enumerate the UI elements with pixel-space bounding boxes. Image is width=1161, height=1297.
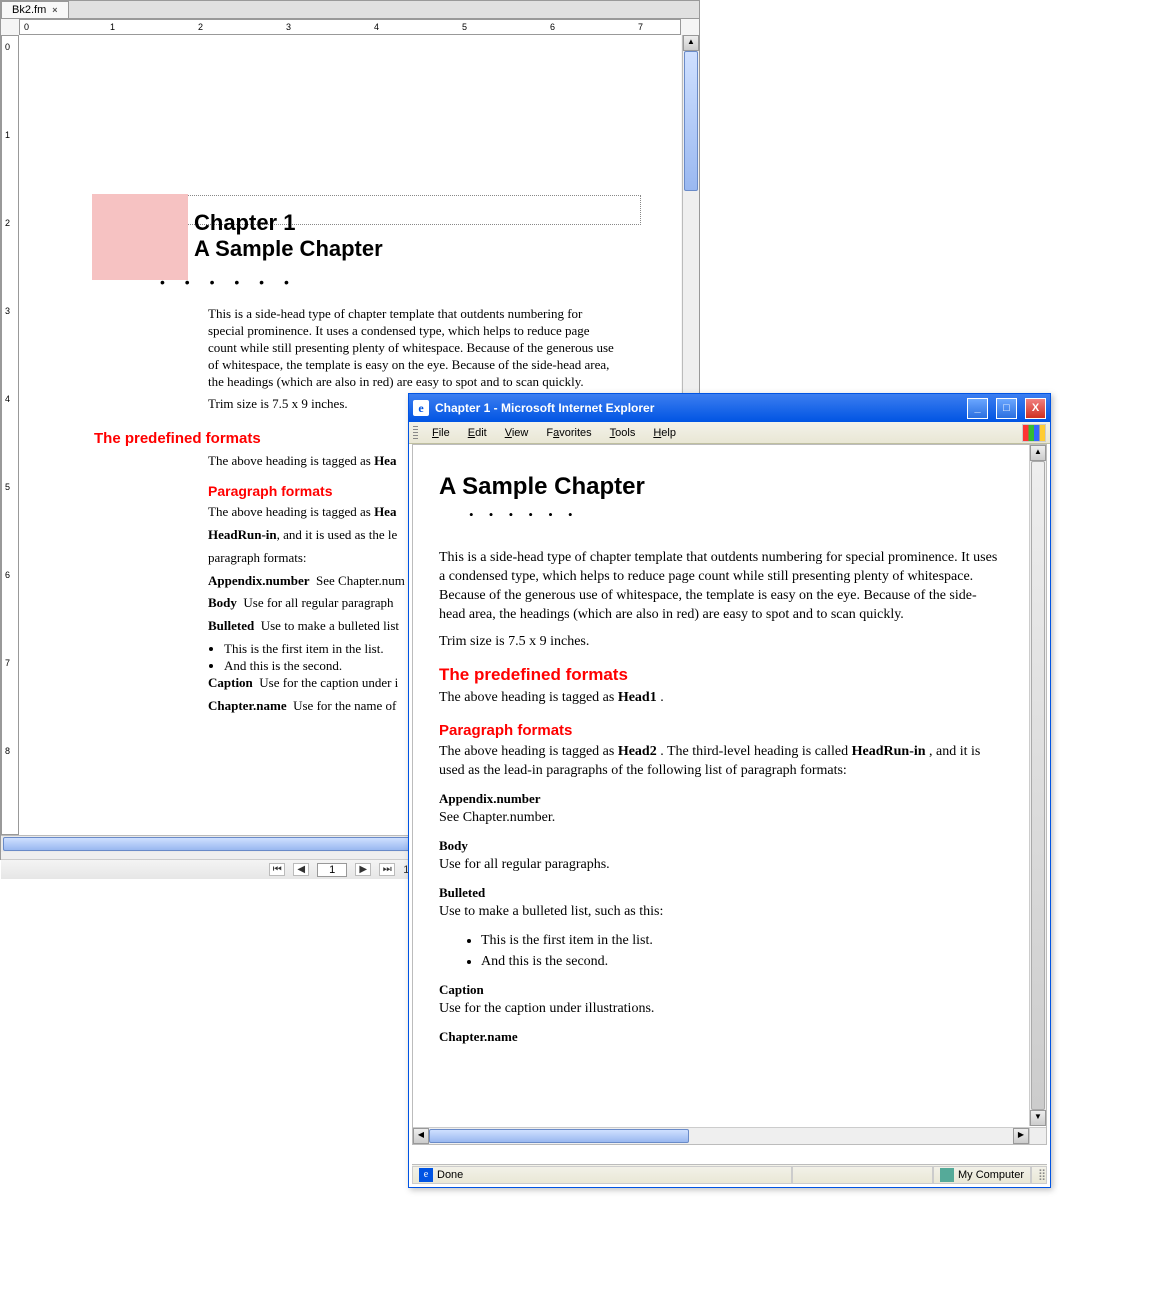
ie-window: e Chapter 1 - Microsoft Internet Explore…	[408, 393, 1051, 1188]
ie-statusbar: e Done My Computer ⣿	[412, 1164, 1047, 1184]
ie-menubar: File Edit View Favorites Tools Help	[409, 422, 1050, 444]
menu-tools[interactable]: Tools	[602, 425, 644, 441]
ruler-tick-4: 4	[374, 22, 379, 32]
menu-edit[interactable]: Edit	[460, 425, 495, 441]
page-icon: e	[419, 1168, 433, 1182]
scroll-right-button[interactable]: ▶	[1013, 1128, 1029, 1144]
ruler-tick-1: 1	[110, 22, 115, 32]
chapter-number-block	[92, 194, 188, 280]
menu-favorites[interactable]: Favorites	[538, 425, 599, 441]
ruler-tick-3: 3	[286, 22, 291, 32]
framemaker-tabs: Bk2.fm ×	[1, 1, 699, 19]
windows-flag-icon	[1022, 424, 1046, 442]
vruler-5: 5	[5, 482, 10, 492]
heading2-red: Paragraph formats	[439, 722, 1002, 739]
document-tab[interactable]: Bk2.fm ×	[1, 1, 69, 18]
scroll-thumb[interactable]	[1031, 461, 1045, 1110]
body-paragraph: Trim size is 7.5 x 9 inches.	[439, 633, 1002, 652]
ie-title-text: Chapter 1 - Microsoft Internet Explorer	[435, 401, 654, 415]
scrollbar-corner	[1029, 1127, 1046, 1144]
prev-page-button[interactable]: ◀	[293, 863, 309, 876]
definition-desc: Use to make a bulleted list, such as thi…	[439, 903, 1002, 922]
menu-file[interactable]: File	[424, 425, 458, 441]
my-computer-icon	[940, 1168, 954, 1182]
ruler-tick-7: 7	[638, 22, 643, 32]
ie-icon: e	[413, 400, 429, 416]
status-left: e Done	[412, 1166, 792, 1184]
definition-term: Body	[439, 838, 1002, 854]
definition-term: Caption	[439, 982, 1002, 998]
page-h1: A Sample Chapter	[439, 473, 1002, 501]
horizontal-ruler[interactable]: 0 1 2 3 4 5 6 7	[19, 19, 681, 35]
list-item: And this is the second.	[481, 951, 1002, 972]
vruler-2: 2	[5, 218, 10, 228]
status-text: Done	[437, 1169, 463, 1181]
vruler-6: 6	[5, 570, 10, 580]
close-button[interactable]: X	[1025, 398, 1046, 419]
zone-label: My Computer	[958, 1169, 1024, 1181]
vruler-1: 1	[5, 130, 10, 140]
vruler-7: 7	[5, 658, 10, 668]
body-paragraph: This is a side-head type of chapter temp…	[439, 549, 1002, 625]
definition-desc: Use for the caption under illustrations.	[439, 1000, 1002, 1019]
next-page-button[interactable]: ▶	[355, 863, 371, 876]
hscroll-thumb[interactable]	[429, 1129, 689, 1143]
close-icon[interactable]: ×	[52, 5, 57, 15]
chapter-title[interactable]: A Sample Chapter	[194, 236, 383, 262]
ruler-tick-2: 2	[198, 22, 203, 32]
status-zone: My Computer	[933, 1166, 1031, 1184]
scroll-up-button[interactable]: ▲	[683, 35, 699, 51]
decorative-dots: • • • • • •	[469, 507, 1002, 523]
ruler-tick-0: 0	[24, 22, 29, 32]
ruler-tick-5: 5	[462, 22, 467, 32]
vruler-0: 0	[5, 42, 10, 52]
ie-content-area: A Sample Chapter • • • • • • This is a s…	[412, 444, 1047, 1145]
vertical-ruler[interactable]: 0 1 2 3 4 5 6 7 8	[1, 35, 19, 835]
scroll-down-button[interactable]: ▼	[1030, 1110, 1046, 1126]
last-page-button[interactable]: ⏭	[379, 863, 395, 876]
body-paragraph: The above heading is tagged as Head1 .	[439, 689, 1002, 708]
definition-desc: Use for all regular paragraphs.	[439, 856, 1002, 875]
definition-desc: See Chapter.number.	[439, 809, 1002, 828]
list-item: This is the first item in the list.	[481, 930, 1002, 951]
resize-grip-icon[interactable]: ⣿	[1031, 1166, 1047, 1184]
scroll-thumb[interactable]	[684, 51, 698, 191]
bulleted-list: This is the first item in the list. And …	[481, 930, 1002, 972]
chapter-number[interactable]: Chapter 1	[194, 210, 295, 236]
definition-term: Appendix.number	[439, 791, 1002, 807]
html-page[interactable]: A Sample Chapter • • • • • • This is a s…	[413, 445, 1028, 1126]
maximize-button[interactable]: □	[996, 398, 1017, 419]
definition-term: Chapter.name	[439, 1029, 1002, 1045]
heading1-red: The predefined formats	[439, 665, 1002, 685]
ruler-tick-6: 6	[550, 22, 555, 32]
menu-view[interactable]: View	[497, 425, 537, 441]
status-mid	[792, 1166, 933, 1184]
body-paragraph[interactable]: This is a side-head type of chapter temp…	[208, 306, 620, 390]
scroll-up-button[interactable]: ▲	[1030, 445, 1046, 461]
definition-term: Bulleted	[439, 885, 1002, 901]
ie-vertical-scrollbar[interactable]: ▲ ▼	[1029, 445, 1046, 1126]
vruler-3: 3	[5, 306, 10, 316]
vruler-8: 8	[5, 746, 10, 756]
document-tab-label: Bk2.fm	[12, 4, 46, 16]
document-page[interactable]: Chapter 1 A Sample Chapter • • • • • • T…	[93, 195, 641, 225]
toolbar-grip-icon[interactable]	[413, 426, 418, 440]
first-page-button[interactable]: ⏮	[269, 863, 285, 876]
scroll-left-button[interactable]: ◀	[413, 1128, 429, 1144]
vruler-4: 4	[5, 394, 10, 404]
menu-help[interactable]: Help	[645, 425, 684, 441]
body-paragraph: The above heading is tagged as Head2 . T…	[439, 743, 1002, 781]
minimize-button[interactable]: _	[967, 398, 988, 419]
ie-titlebar[interactable]: e Chapter 1 - Microsoft Internet Explore…	[409, 394, 1050, 422]
ie-horizontal-scrollbar[interactable]: ◀ ▶	[413, 1127, 1029, 1144]
page-number-input[interactable]	[317, 863, 347, 877]
decorative-dots: • • • • • •	[160, 274, 297, 290]
